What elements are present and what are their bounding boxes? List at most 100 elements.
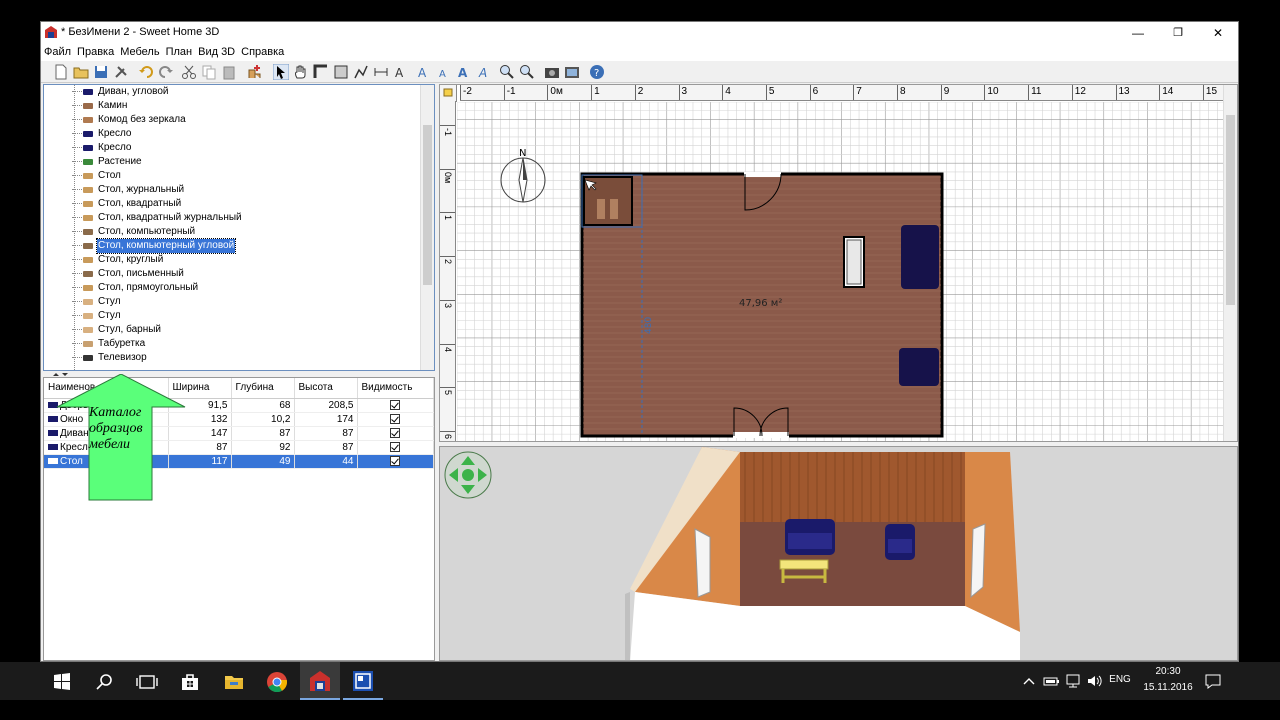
ruler-tick (1028, 85, 1030, 100)
add-furniture-icon[interactable] (246, 64, 262, 80)
menu-help[interactable]: Справка (238, 44, 287, 61)
title-bar[interactable]: * БезИмени 2 - Sweet Home 3D — ❐ ✕ (41, 22, 1238, 44)
create-dimensions-icon[interactable] (373, 64, 389, 80)
save-icon[interactable] (93, 64, 109, 80)
copy-icon[interactable] (201, 64, 217, 80)
clock-time[interactable]: 20:30 (1140, 666, 1196, 677)
battery-icon[interactable] (1042, 673, 1060, 689)
taskbar-app-capture[interactable] (343, 662, 383, 700)
search-icon[interactable] (93, 670, 117, 694)
create-walls-icon[interactable] (313, 64, 329, 80)
plan-view[interactable]: -2 -1 0м 1 2 3 4 5 6 7 8 9 10 11 12 13 14 15 -1 0м 1 2 3 4 5 6 N… (439, 84, 1238, 442)
ruler-tick (440, 256, 455, 258)
dresser-icon (82, 115, 94, 125)
task-view-icon[interactable] (135, 670, 159, 694)
tree-connector (72, 281, 82, 288)
ruler-x-label: 6 (812, 86, 819, 97)
file-explorer-icon[interactable] (222, 670, 246, 694)
menu-file[interactable]: Файл (41, 44, 74, 61)
language-indicator[interactable]: ENG (1108, 674, 1132, 685)
cell-height: 208,5 (294, 398, 358, 413)
menu-furniture[interactable]: Мебель (117, 44, 162, 61)
ruler-tick (940, 85, 942, 100)
add-text-icon[interactable]: A (393, 64, 409, 80)
ruler-tick (460, 85, 461, 100)
tree-connector (72, 155, 82, 162)
visibility-checkbox[interactable] (390, 413, 401, 424)
room[interactable]: 47,96 м² (580, 172, 944, 438)
bold-text-icon[interactable]: A (456, 64, 472, 80)
create-rooms-icon[interactable] (333, 64, 349, 80)
scrollbar-thumb[interactable] (1226, 115, 1235, 305)
col-depth-header[interactable]: Глубина (231, 378, 295, 399)
ruler-tick (440, 168, 455, 170)
ruler-x-label: 10 (987, 86, 999, 97)
menu-3d-view[interactable]: Вид 3D (195, 44, 238, 61)
visibility-checkbox[interactable] (390, 427, 401, 438)
visibility-checkbox[interactable] (390, 399, 401, 410)
paste-icon[interactable] (221, 64, 237, 80)
show-hidden-icons-chevron-icon[interactable] (1022, 674, 1036, 688)
visibility-checkbox[interactable] (390, 455, 401, 466)
close-button[interactable]: ✕ (1198, 22, 1238, 44)
minimize-button[interactable]: — (1118, 22, 1158, 44)
create-photo-icon[interactable] (544, 64, 560, 80)
open-folder-icon[interactable] (73, 64, 89, 80)
furniture-catalog-tree[interactable]: Диван, угловой Камин Комод без зеркала Крес… (43, 84, 435, 371)
navigation-arrows-icon[interactable] (444, 451, 492, 499)
chair-icon (82, 297, 94, 307)
undo-icon[interactable] (138, 64, 154, 80)
tree-connector (72, 225, 82, 232)
catalog-item-label: Стул, барный (98, 324, 162, 335)
new-file-icon[interactable] (53, 64, 69, 80)
maximize-button[interactable]: ❐ (1158, 22, 1198, 44)
ruler-x-label: 14 (1162, 86, 1174, 97)
create-video-icon[interactable] (564, 64, 580, 80)
zoom-out-icon[interactable] (519, 64, 535, 80)
create-polylines-icon[interactable] (353, 64, 369, 80)
action-center-icon[interactable] (1204, 673, 1222, 689)
start-windows-icon[interactable] (50, 670, 74, 694)
ruler-x-label: 0м (550, 86, 563, 97)
plan-canvas[interactable]: N 47,96 м² 480 (457, 102, 1227, 442)
increase-text-icon[interactable]: A (416, 64, 432, 80)
preferences-icon[interactable] (113, 64, 129, 80)
decrease-text-icon[interactable]: A (436, 64, 452, 80)
ruler-x-label: 9 (943, 86, 950, 97)
italic-text-icon[interactable]: A (476, 64, 492, 80)
volume-icon[interactable] (1086, 673, 1104, 689)
store-icon[interactable] (178, 670, 202, 694)
plan-scrollbar[interactable] (1223, 85, 1237, 441)
visibility-checkbox[interactable] (390, 441, 401, 452)
catalog-scrollbar[interactable] (420, 85, 434, 370)
cell-height: 87 (294, 426, 358, 441)
scrollbar-thumb[interactable] (423, 125, 432, 285)
desk-icon (82, 227, 94, 237)
clock-date[interactable]: 15.11.2016 (1140, 682, 1196, 693)
menu-edit[interactable]: Правка (74, 44, 117, 61)
cell-height: 87 (294, 440, 358, 455)
help-icon[interactable]: ? (589, 64, 605, 80)
zoom-in-icon[interactable] (499, 64, 515, 80)
pan-hand-icon[interactable] (293, 64, 309, 80)
col-height-header[interactable]: Высота (294, 378, 358, 399)
armchair-icon (82, 129, 94, 139)
select-arrow-icon[interactable] (273, 64, 289, 80)
chrome-icon[interactable] (265, 670, 289, 694)
3d-scene[interactable] (440, 447, 1238, 661)
3d-view[interactable] (439, 446, 1238, 661)
ruler-tick (440, 299, 455, 301)
tree-connector (72, 183, 82, 190)
taskbar-app-sweethome[interactable] (300, 662, 340, 700)
armchair[interactable] (899, 348, 939, 386)
sofa[interactable] (901, 225, 939, 289)
cut-icon[interactable] (181, 64, 197, 80)
network-icon[interactable] (1064, 673, 1082, 689)
ruler-x-label: 4 (725, 86, 731, 97)
ruler-x-label: 11 (1031, 86, 1042, 97)
tree-connector (72, 99, 82, 106)
table-icon (82, 213, 94, 223)
col-visible-header[interactable]: Видимость (357, 378, 434, 399)
menu-plan[interactable]: План (163, 44, 196, 61)
redo-icon[interactable] (158, 64, 174, 80)
